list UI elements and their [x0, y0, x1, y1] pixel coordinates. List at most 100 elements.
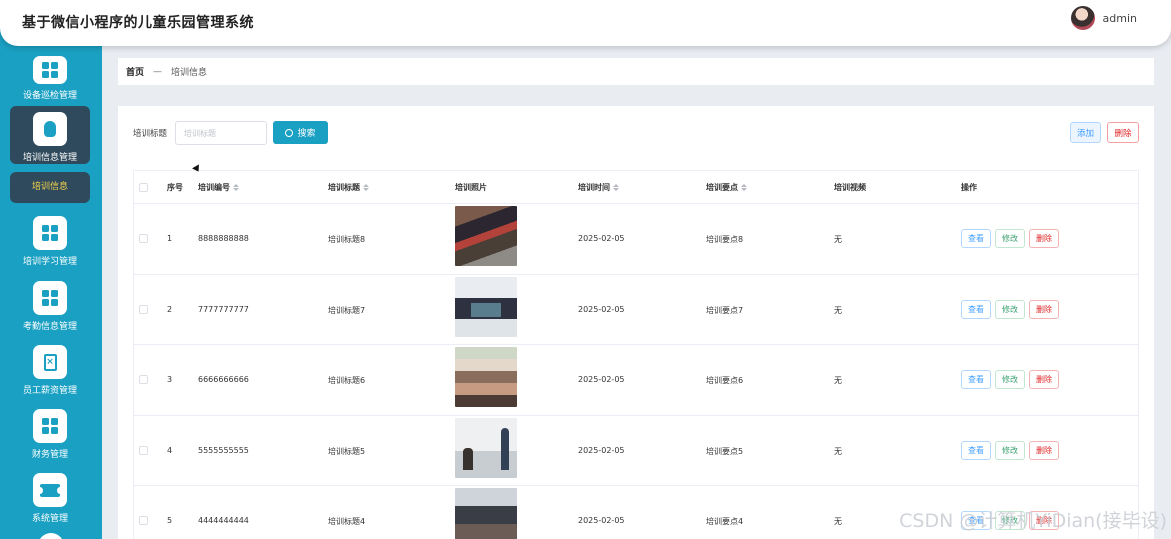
cell-code: 8888888888 [198, 234, 249, 243]
clipboard-icon: × [33, 345, 67, 379]
cell-code: 5555555555 [198, 445, 249, 455]
table-row: 3 6666666666 培训标题6 2025-02-05 培训要点6 无 查看… [134, 345, 1138, 416]
breadcrumb-home[interactable]: 首页 [126, 65, 144, 78]
row-checkbox[interactable] [139, 234, 148, 243]
grid-icon [33, 216, 67, 250]
sort-icon [741, 184, 747, 191]
cell-title: 培训标题7 [328, 305, 366, 315]
cell-code: 4444444444 [198, 516, 249, 525]
sort-icon [613, 184, 619, 191]
cell-code: 7777777777 [198, 304, 249, 314]
bulk-delete-button[interactable]: 删除 [1107, 122, 1139, 143]
user-menu[interactable]: admin [1070, 6, 1137, 30]
delete-button[interactable]: 删除 [1029, 440, 1059, 460]
avatar[interactable] [1070, 6, 1095, 30]
row-checkbox[interactable] [139, 516, 148, 525]
grid-icon [33, 281, 67, 315]
cell-video: 无 [834, 376, 842, 385]
delete-button[interactable]: 删除 [1029, 299, 1059, 319]
header-title[interactable]: 培训标题 [328, 182, 369, 193]
app-title: 基于微信小程序的儿童乐园管理系统 [22, 15, 254, 31]
table-row: 2 7777777777 培训标题7 2025-02-05 培训要点7 无 查看… [134, 275, 1138, 345]
sort-icon [233, 184, 239, 191]
view-button[interactable]: 查看 [961, 229, 991, 248]
cell-video: 无 [834, 517, 842, 526]
cell-time: 2025-02-05 [578, 516, 625, 525]
header-code[interactable]: 培训编号 [198, 182, 239, 193]
delete-button[interactable]: 删除 [1029, 229, 1059, 248]
sidebar-item-label: 培训学习管理 [22, 257, 77, 267]
cell-index: 5 [167, 516, 173, 525]
bulb-icon [33, 112, 67, 146]
view-button[interactable]: 查看 [961, 440, 991, 460]
sidebar-item-system[interactable]: 系统管理 [10, 467, 90, 525]
header-time[interactable]: 培训时间 [578, 182, 619, 193]
cell-points: 培训要点6 [706, 376, 744, 385]
sidebar-subitem-training-info[interactable]: 培训信息 [10, 172, 90, 203]
cell-video: 无 [834, 305, 842, 315]
sidebar-more-icon[interactable] [38, 533, 64, 539]
sidebar-item-salary[interactable]: × 员工薪资管理 [10, 339, 90, 397]
row-checkbox[interactable] [139, 445, 148, 455]
search-label: 培训标题 [133, 129, 168, 139]
row-checkbox[interactable] [139, 375, 148, 384]
table-row: 1 8888888888 培训标题8 2025-02-05 培训要点8 无 查看… [134, 204, 1138, 275]
header-index: 序号 [167, 183, 183, 192]
view-button[interactable]: 查看 [961, 299, 991, 319]
username[interactable]: admin [1103, 12, 1137, 25]
training-photo[interactable] [455, 276, 517, 337]
search-input[interactable] [175, 121, 267, 145]
cell-index: 2 [167, 304, 173, 314]
grid-icon [33, 409, 67, 443]
cell-title: 培训标题6 [328, 376, 366, 385]
content-panel: 培训标题 搜索 添加 删除 序号 培训编号 培训标题 培训照片 培训时间 培训要… [118, 106, 1154, 539]
cell-points: 培训要点7 [706, 305, 744, 315]
header-video: 培训视频 [834, 183, 866, 192]
edit-button[interactable]: 修改 [995, 370, 1025, 389]
training-photo[interactable] [455, 417, 517, 478]
grid-icon [33, 56, 67, 84]
edit-button[interactable]: 修改 [995, 299, 1025, 319]
watermark: CSDN @计算机YiDian(接毕设) [899, 510, 1167, 532]
edit-button[interactable]: 修改 [995, 440, 1025, 460]
training-photo[interactable] [455, 488, 517, 539]
header-ops: 操作 [961, 183, 977, 192]
cell-index: 1 [167, 234, 173, 243]
sidebar-item-attendance[interactable]: 考勤信息管理 [10, 275, 90, 333]
cell-time: 2025-02-05 [578, 375, 625, 384]
ticket-icon [33, 473, 67, 507]
sidebar-item-equipment-inspection[interactable]: 设备巡检管理 [10, 44, 90, 102]
breadcrumb-current: 培训信息 [171, 68, 208, 78]
search-button-label: 搜索 [297, 129, 316, 139]
training-photo[interactable] [455, 347, 517, 407]
cell-index: 4 [167, 445, 173, 455]
header-points[interactable]: 培训要点 [706, 182, 747, 193]
sidebar-item-finance[interactable]: 财务管理 [10, 403, 90, 461]
cell-points: 培训要点4 [706, 517, 744, 526]
row-checkbox[interactable] [139, 304, 148, 314]
sidebar-item-label: 系统管理 [31, 514, 68, 524]
select-all-checkbox[interactable] [139, 183, 148, 192]
delete-button[interactable]: 删除 [1029, 370, 1059, 389]
table-header: 序号 培训编号 培训标题 培训照片 培训时间 培训要点 培训视频 操作 [134, 171, 1138, 204]
top-header: 基于微信小程序的儿童乐园管理系统 admin [0, 0, 1171, 46]
cell-time: 2025-02-05 [578, 445, 625, 455]
view-button[interactable]: 查看 [961, 370, 991, 389]
sidebar-item-training-info[interactable]: 培训信息管理 [10, 106, 90, 164]
add-button[interactable]: 添加 [1070, 122, 1101, 143]
cell-time: 2025-02-05 [578, 234, 625, 243]
training-photo[interactable] [455, 206, 517, 266]
table-row: 4 5555555555 培训标题5 2025-02-05 培训要点5 无 查看… [134, 416, 1138, 486]
cell-title: 培训标题5 [328, 446, 366, 456]
cell-points: 培训要点5 [706, 446, 744, 456]
cell-points: 培训要点8 [706, 235, 744, 244]
cell-code: 6666666666 [198, 375, 249, 384]
edit-button[interactable]: 修改 [995, 229, 1025, 248]
breadcrumb: 首页 — 培训信息 [118, 58, 1154, 85]
sidebar-item-label: 考勤信息管理 [22, 322, 77, 332]
training-table: 序号 培训编号 培训标题 培训照片 培训时间 培训要点 培训视频 操作 1 88… [133, 170, 1139, 539]
search-button[interactable]: 搜索 [273, 121, 328, 144]
sort-icon [363, 184, 369, 191]
search-icon [285, 128, 294, 137]
sidebar-item-training-study[interactable]: 培训学习管理 [10, 210, 90, 268]
